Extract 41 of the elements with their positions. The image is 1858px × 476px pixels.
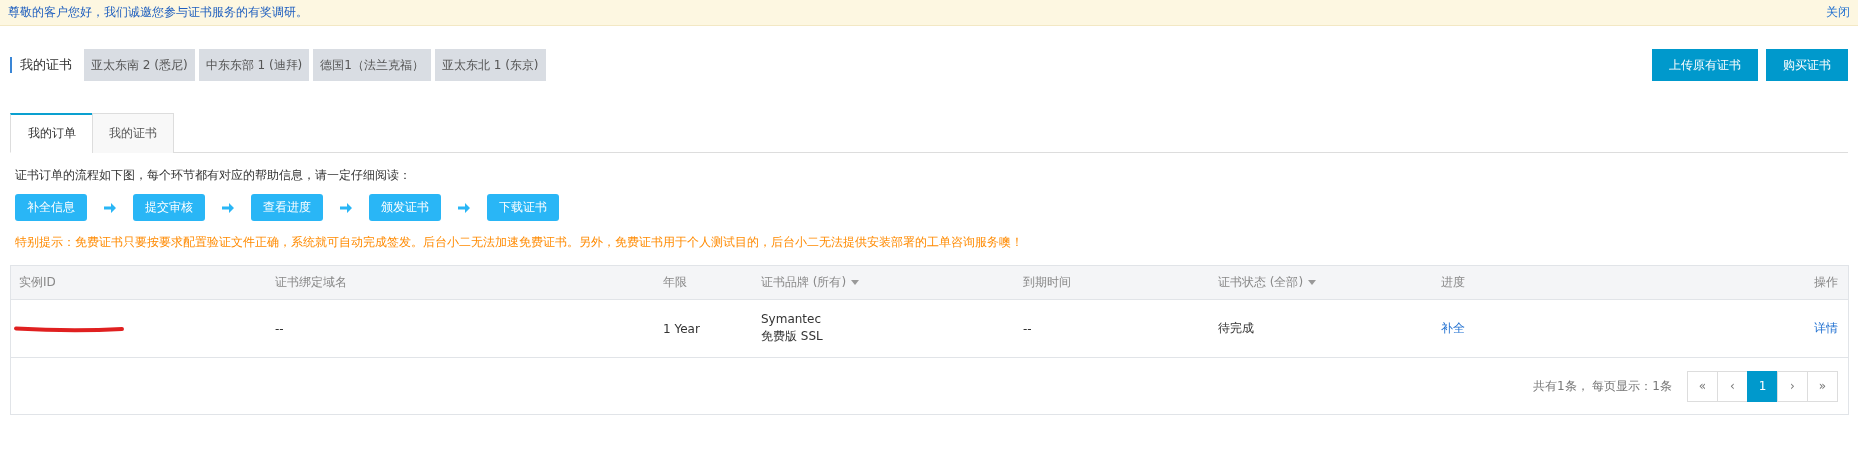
caret-icon[interactable] — [1308, 280, 1317, 285]
table-link[interactable]: 详情 — [1814, 320, 1838, 337]
action-button[interactable]: 上传原有证书 — [1652, 49, 1758, 81]
tab[interactable]: 我的订单 — [10, 113, 92, 153]
region-tab[interactable]: 亚太东南 2 (悉尼) — [84, 49, 195, 81]
flow-intro: 证书订单的流程如下图，每个环节都有对应的帮助信息，请一定仔细阅读： — [15, 167, 412, 184]
region-tab[interactable]: 中东东部 1 (迪拜) — [198, 49, 310, 81]
column-label: 证书状态 (全部) — [1218, 274, 1304, 291]
table-cell: 待完成 — [1218, 320, 1254, 337]
table-cell: 免费版 SSL — [761, 328, 823, 345]
table-cell: Symantec — [761, 312, 822, 326]
region-tab[interactable]: 德国1（法兰克福） — [313, 49, 431, 81]
column-header: 年限 — [662, 274, 688, 291]
page-button[interactable]: 1 — [1747, 370, 1778, 402]
arrow-icon — [222, 202, 234, 213]
column-header: 到期时间 — [1022, 274, 1072, 291]
column-header: 实例ID — [18, 274, 57, 291]
table-cell: -- — [275, 321, 284, 336]
page-summary: 共有1条， 每页显示：1条 — [1532, 377, 1672, 395]
tab[interactable]: 我的证书 — [92, 113, 174, 153]
column-label: 证书品牌 (所有) — [761, 274, 847, 291]
table-cell: 1 Year — [663, 321, 700, 336]
arrow-icon — [458, 202, 470, 213]
table-cell: -- — [1023, 321, 1032, 336]
tip-text: 特别提示：免费证书只要按要求配置验证文件正确，系统就可自动完成签发。后台小二无法加速免费证书。另外，免费证书用于个人测试目的，后台小二无法提供安装部署的工单咨询服务噢！ — [15, 234, 1024, 251]
arrow-icon — [340, 202, 352, 213]
page-title: 我的证书 — [10, 57, 72, 73]
column-header: 进度 — [1440, 274, 1466, 291]
caret-icon[interactable] — [851, 280, 860, 285]
arrow-icon — [104, 202, 116, 213]
notice-text: 尊敬的客户您好，我们诚邀您参与证书服务的有奖调研。 — [8, 4, 308, 21]
region-tab[interactable]: 亚太东北 1 (东京) — [434, 49, 546, 81]
table-link[interactable]: 补全 — [1441, 320, 1465, 337]
close-link[interactable]: 关闭 — [1826, 4, 1850, 21]
column-header: 操作 — [1813, 274, 1839, 291]
column-header: 证书绑定域名 — [274, 274, 348, 291]
action-button[interactable]: 购买证书 — [1766, 49, 1848, 81]
page-button[interactable]: « — [1687, 370, 1718, 402]
page-button[interactable]: › — [1777, 370, 1808, 402]
page-button[interactable]: » — [1807, 370, 1838, 402]
page-button[interactable]: ‹ — [1717, 370, 1748, 402]
